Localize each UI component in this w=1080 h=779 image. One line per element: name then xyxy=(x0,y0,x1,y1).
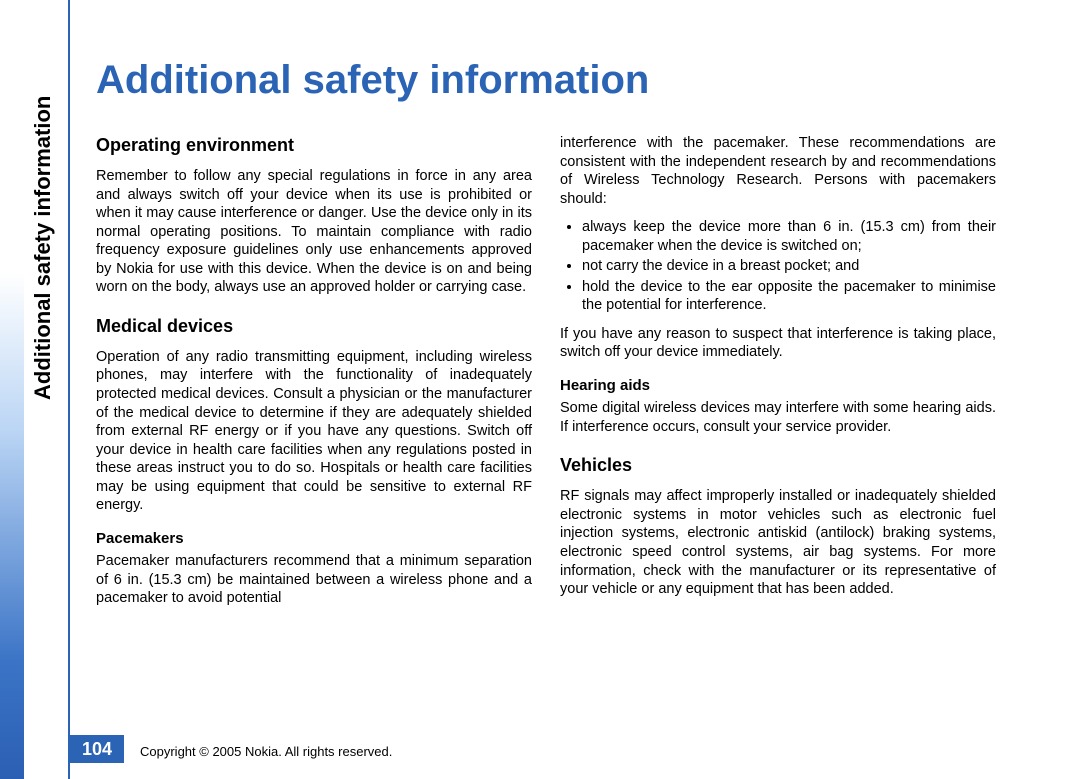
para-interference-suspect: If you have any reason to suspect that i… xyxy=(560,325,996,362)
page-title: Additional safety information xyxy=(96,58,649,103)
pacemaker-bullet-list: always keep the device more than 6 in. (… xyxy=(560,218,996,315)
copyright-text: Copyright © 2005 Nokia. All rights reser… xyxy=(140,744,392,759)
list-item: always keep the device more than 6 in. (… xyxy=(582,218,996,255)
para-medical-devices: Operation of any radio transmitting equi… xyxy=(96,348,532,515)
left-column: Operating environment Remember to follow… xyxy=(96,128,532,609)
subheading-pacemakers: Pacemakers xyxy=(96,529,532,548)
right-column: interference with the pacemaker. These r… xyxy=(560,128,996,609)
list-item: not carry the device in a breast pocket;… xyxy=(582,257,996,276)
para-operating-environment: Remember to follow any special regulatio… xyxy=(96,167,532,297)
heading-vehicles: Vehicles xyxy=(560,454,996,477)
page-number-badge: 104 xyxy=(70,735,124,763)
para-vehicles: RF signals may affect improperly install… xyxy=(560,487,996,598)
vertical-divider xyxy=(68,0,70,779)
para-pacemakers: Pacemaker manufacturers recommend that a… xyxy=(96,552,532,608)
side-section-label: Additional safety information xyxy=(30,96,56,400)
heading-medical-devices: Medical devices xyxy=(96,315,532,338)
subheading-hearing-aids: Hearing aids xyxy=(560,376,996,395)
content-columns: Operating environment Remember to follow… xyxy=(96,128,996,609)
para-hearing-aids: Some digital wireless devices may interf… xyxy=(560,399,996,436)
list-item: hold the device to the ear opposite the … xyxy=(582,278,996,315)
para-pacemaker-continuation: interference with the pacemaker. These r… xyxy=(560,134,996,208)
heading-operating-environment: Operating environment xyxy=(96,134,532,157)
left-gradient xyxy=(0,0,24,779)
